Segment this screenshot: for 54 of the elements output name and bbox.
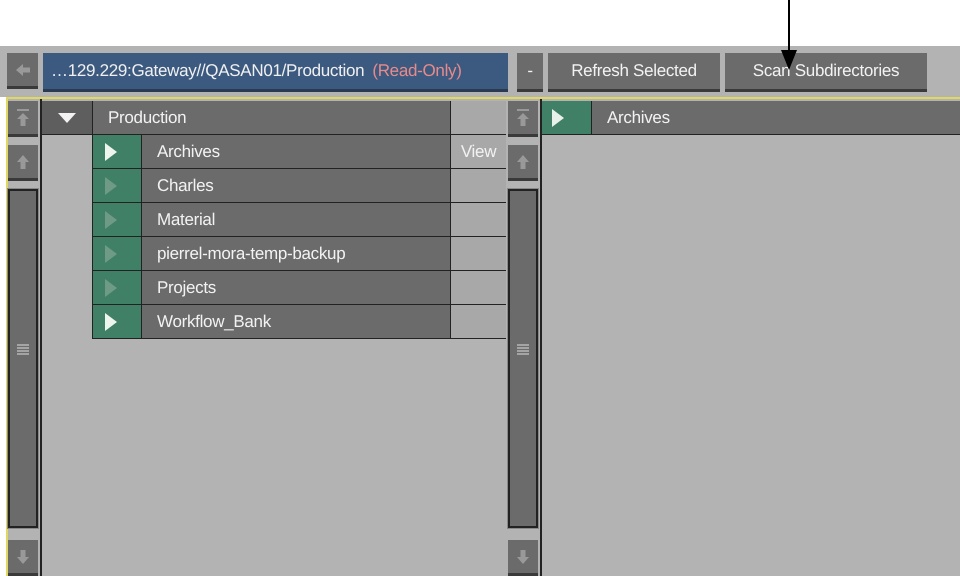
scroll-top-button[interactable] (8, 101, 38, 137)
folder-row[interactable]: pierrel-mora-temp-backup (142, 237, 450, 271)
grip-icon (517, 342, 529, 354)
expand-toggle[interactable] (92, 271, 142, 305)
path-text: …129.229:Gateway//QASAN01/Production (51, 61, 364, 81)
expand-toggle[interactable] (92, 135, 142, 169)
expand-toggle[interactable] (92, 203, 142, 237)
back-arrow-icon (16, 64, 30, 76)
scroll-top-icon (16, 108, 30, 128)
scroll-up-button[interactable] (508, 145, 538, 181)
expand-triangle-icon (105, 278, 117, 296)
expand-triangle-icon (552, 108, 564, 126)
expand-triangle-icon (105, 176, 117, 194)
expand-triangle-icon (105, 142, 117, 160)
expand-toggle[interactable] (92, 237, 142, 271)
up-arrow-icon (16, 154, 30, 170)
folder-row[interactable]: Projects (142, 271, 450, 305)
scroll-up-button[interactable] (8, 145, 38, 181)
view-column-cell (450, 237, 506, 271)
view-column-cell (450, 203, 506, 237)
expand-toggle[interactable] (92, 169, 142, 203)
read-only-label: (Read-Only) (372, 61, 462, 81)
folder-row[interactable]: Charles (142, 169, 450, 203)
scroll-top-button[interactable] (508, 101, 538, 137)
folder-header[interactable]: Production (92, 101, 450, 135)
expand-triangle-icon (105, 210, 117, 228)
collapse-triangle-icon (58, 112, 76, 122)
expand-toggle[interactable] (92, 305, 142, 339)
toolbar-button[interactable]: Scan Subdirectories (725, 53, 927, 92)
scroll-down-button[interactable] (8, 540, 38, 576)
scrollbar-track[interactable] (8, 189, 38, 528)
folder-header[interactable]: Archives (592, 101, 960, 135)
up-arrow-icon (516, 154, 530, 170)
view-column-cell (450, 101, 506, 135)
folder-row[interactable]: Workflow_Bank (142, 305, 450, 339)
folder-row[interactable]: Material (142, 203, 450, 237)
back-button[interactable] (7, 53, 38, 89)
path-field[interactable]: …129.229:Gateway//QASAN01/Production (Read-Only) (43, 53, 508, 92)
scroll-top-icon (516, 108, 530, 128)
expand-toggle[interactable] (42, 101, 92, 135)
scroll-down-button[interactable] (508, 540, 538, 576)
view-column-cell (450, 271, 506, 305)
view-column-cell (450, 305, 506, 339)
folder-row[interactable]: Archives (142, 135, 450, 169)
minus-button[interactable]: - (517, 53, 543, 92)
scrollbar-track[interactable] (508, 189, 538, 528)
grip-icon (17, 342, 29, 354)
expand-triangle-icon (105, 244, 117, 262)
expand-toggle[interactable] (542, 101, 592, 135)
down-arrow-icon (16, 548, 30, 564)
down-arrow-icon (516, 548, 530, 564)
toolbar-button[interactable]: Refresh Selected (548, 53, 720, 92)
expand-triangle-icon (105, 312, 117, 330)
view-column-cell (450, 169, 506, 203)
